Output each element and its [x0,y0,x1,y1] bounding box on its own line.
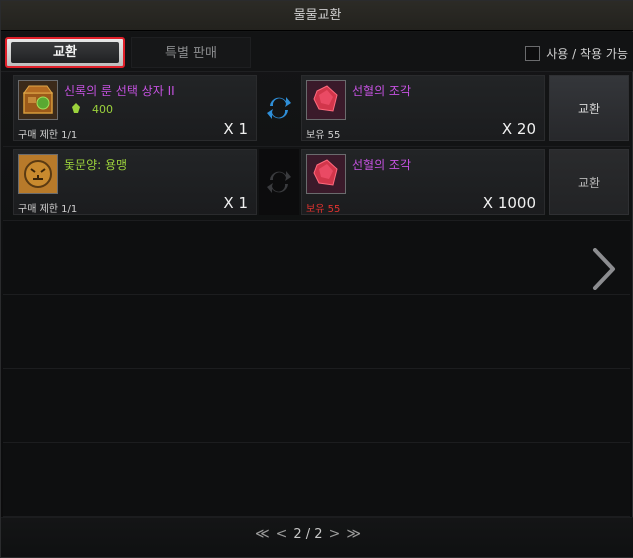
page-indicator: 2 / 2 [293,526,323,542]
give-quantity: X 1 [223,194,248,212]
purchase-limit: 구매 제한 1/1 [18,204,78,215]
empty-row [3,369,630,443]
give-cost: 400 [70,102,113,117]
owned-count: 보유 55 [306,204,341,215]
pagination-controls: ≪ < 2 / 2 > ≫ [255,526,361,542]
blood-shard-icon [306,80,346,120]
give-quantity: X 1 [223,120,248,138]
get-slot[interactable]: 선혈의 조각 보유 55 X 1000 [301,149,545,215]
prev-page-button[interactable]: < [276,526,288,542]
purchase-limit: 구매 제한 1/1 [18,130,78,141]
get-quantity: X 1000 [482,194,536,212]
tab-exchange[interactable]: 교환 [5,37,125,68]
tab-special-sale[interactable]: 특별 판매 [131,37,251,68]
give-item-name: 돛문양: 용맹 [64,158,128,172]
soul-icon [70,102,82,117]
give-item-name: 신록의 룬 선택 상자 II [64,84,175,98]
blood-shard-icon [306,154,346,194]
get-item-name: 선혈의 조각 [352,158,412,172]
swap-arrows-icon [259,75,299,141]
get-slot[interactable]: 선혈의 조각 보유 55 X 20 [301,75,545,141]
give-slot[interactable]: 신록의 룬 선택 상자 II 400 구매 제한 1/1 X 1 [13,75,257,141]
next-page-button[interactable]: > [329,526,341,542]
trade-row: 돛문양: 용맹 구매 제한 1/1 X 1 선혈의 조각 보유 55 X 100… [3,147,630,221]
barter-window: 물물교환 교환 특별 판매 사용 / 착용 가능 신록의 룬 선택 상자 II … [0,0,633,558]
exchange-button[interactable]: 교환 [549,149,629,215]
swap-arrows-icon [259,149,299,215]
empty-row [3,443,630,517]
pagination: ≪ < 2 / 2 > ≫ [1,517,633,557]
get-item-name: 선혈의 조각 [352,84,412,98]
trade-list: 신록의 룬 선택 상자 II 400 구매 제한 1/1 X 1 선혈의 조각 … [3,73,630,519]
empty-row [3,295,630,369]
empty-row [3,221,630,295]
give-cost-value: 400 [92,103,113,116]
exchange-button[interactable]: 교환 [549,75,629,141]
get-quantity: X 20 [501,120,536,138]
tiger-crest-icon [18,154,58,194]
tab-bar: 교환 특별 판매 사용 / 착용 가능 [1,32,633,72]
chevron-right-icon[interactable] [590,247,618,291]
rune-chest-icon [18,80,58,120]
tab-exchange-label: 교환 [11,42,119,63]
usable-filter[interactable]: 사용 / 착용 가능 [525,44,628,62]
first-page-button[interactable]: ≪ [255,526,270,542]
usable-checkbox[interactable] [525,45,541,61]
window-title: 물물교환 [1,1,633,31]
usable-filter-label: 사용 / 착용 가능 [546,46,628,61]
last-page-button[interactable]: ≫ [346,526,361,542]
give-slot[interactable]: 돛문양: 용맹 구매 제한 1/1 X 1 [13,149,257,215]
owned-count: 보유 55 [306,130,341,141]
trade-row: 신록의 룬 선택 상자 II 400 구매 제한 1/1 X 1 선혈의 조각 … [3,73,630,147]
